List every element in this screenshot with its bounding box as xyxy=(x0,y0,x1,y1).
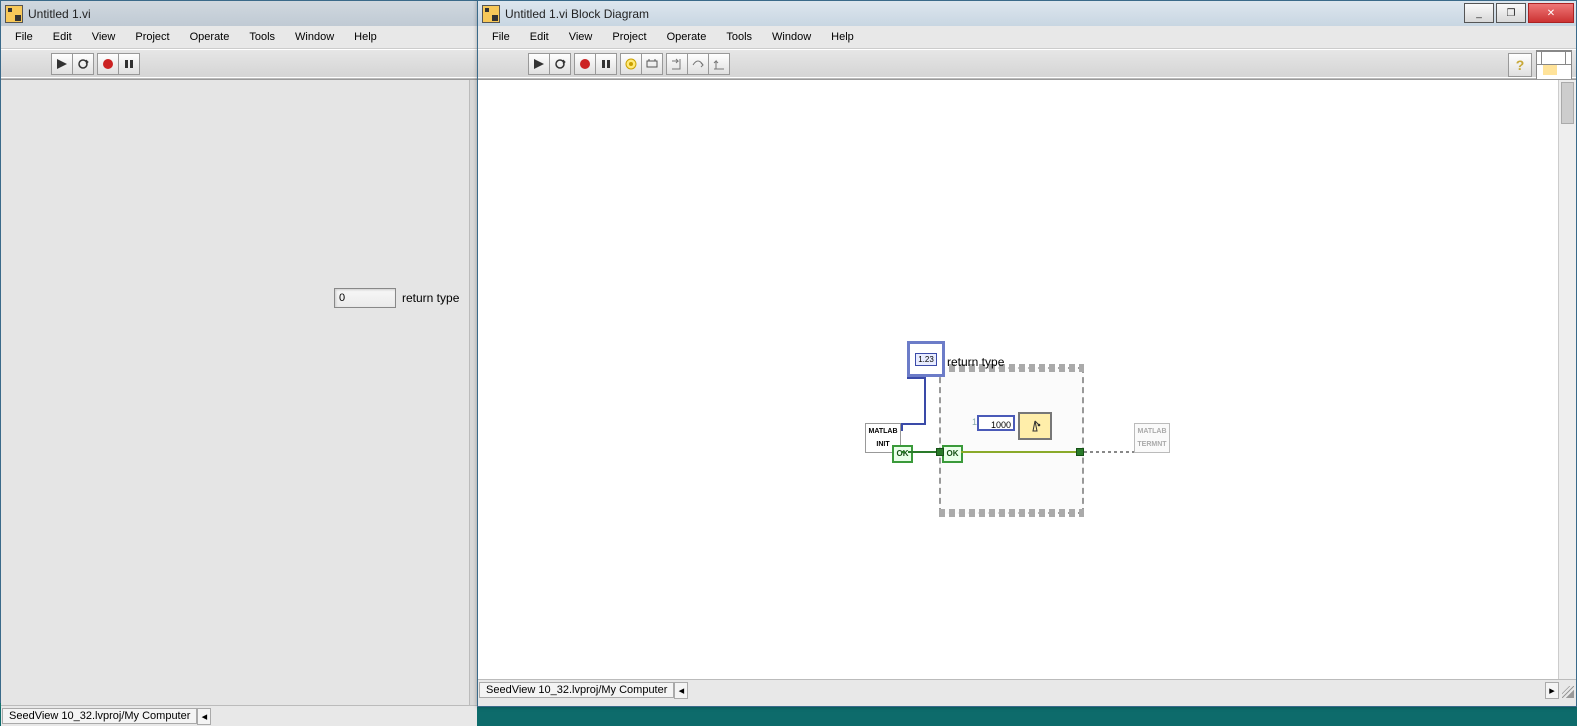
run-button[interactable] xyxy=(51,53,73,75)
ok-indicator-1[interactable]: OK xyxy=(892,445,913,463)
front-panel-window: Untitled 1.vi File Edit View Project Ope… xyxy=(0,0,478,703)
bd-menu-tools[interactable]: Tools xyxy=(716,28,762,46)
wire-blue-vert2[interactable] xyxy=(924,377,926,425)
menu-project[interactable]: Project xyxy=(125,28,179,46)
wait-ms-node[interactable] xyxy=(1018,412,1052,440)
return-type-indicator: 0 return type xyxy=(334,288,459,308)
bd-menu-view[interactable]: View xyxy=(559,28,603,46)
retain-wire-values-button[interactable] xyxy=(641,53,663,75)
bd-scrollbar-vertical[interactable] xyxy=(1558,80,1576,679)
ok-indicator-2[interactable]: OK xyxy=(942,445,963,463)
bd-menu-window[interactable]: Window xyxy=(762,28,821,46)
labview-vi-icon xyxy=(482,5,500,23)
matlab-term-line2: TERMNT xyxy=(1135,437,1169,450)
front-panel-title: Untitled 1.vi xyxy=(28,7,91,21)
resize-grip[interactable] xyxy=(1562,686,1574,698)
maximize-button[interactable]: ❐ xyxy=(1496,3,1526,23)
context-help-button[interactable]: ? xyxy=(1508,53,1532,77)
menu-window[interactable]: Window xyxy=(285,28,344,46)
vi-icon-connector-pane[interactable] xyxy=(1536,50,1572,80)
bd-run-button[interactable] xyxy=(528,53,550,75)
block-diagram-window: Untitled 1.vi Block Diagram _ ❐ ✕ File E… xyxy=(477,0,1577,707)
run-continuously-button[interactable] xyxy=(72,53,94,75)
front-panel-menubar: File Edit View Project Operate Tools Win… xyxy=(1,26,477,49)
menu-edit[interactable]: Edit xyxy=(43,28,82,46)
bd-status-right-arrow[interactable]: ▸ xyxy=(1545,682,1559,699)
block-diagram-toolbar: ? xyxy=(478,49,1576,79)
close-button[interactable]: ✕ xyxy=(1528,3,1574,23)
menu-tools[interactable]: Tools xyxy=(239,28,285,46)
labview-vi-icon xyxy=(5,5,23,23)
menu-view[interactable]: View xyxy=(82,28,126,46)
wire-blue-h1[interactable] xyxy=(901,423,926,425)
minimize-button[interactable]: _ xyxy=(1464,3,1494,23)
numeric-constant-1000[interactable]: 1000 xyxy=(977,415,1015,431)
menu-file[interactable]: File xyxy=(5,28,43,46)
loop-tunnel-left[interactable] xyxy=(936,448,944,456)
step-into-button[interactable] xyxy=(666,53,688,75)
block-diagram-menubar: File Edit View Project Operate Tools Win… xyxy=(478,26,1576,49)
matlab-term-line1: MATLAB xyxy=(1135,424,1169,437)
step-over-button[interactable] xyxy=(687,53,709,75)
block-diagram-canvas[interactable]: 1.23 return type MATLAB INIT MATLAB TERM… xyxy=(478,79,1576,679)
wire-error-4[interactable] xyxy=(1078,451,1134,453)
matlab-init-line1: MATLAB xyxy=(866,424,900,437)
metronome-icon xyxy=(1028,419,1042,433)
front-panel-canvas[interactable]: 0 return type xyxy=(1,79,477,705)
block-diagram-statusbar: SeedView 10_32.lvproj/My Computer ◂ ▸ xyxy=(478,679,1576,700)
highlight-execution-button[interactable] xyxy=(620,53,642,75)
return-type-terminal[interactable]: 1.23 xyxy=(907,341,945,377)
front-panel-scrollbar-vertical-stub[interactable] xyxy=(469,80,477,705)
while-loop[interactable] xyxy=(939,367,1084,514)
front-panel-toolbar xyxy=(1,49,477,79)
bd-status-project-path: SeedView 10_32.lvproj/My Computer xyxy=(479,682,674,698)
menu-help[interactable]: Help xyxy=(344,28,387,46)
bd-status-left-arrow[interactable]: ◂ xyxy=(674,682,688,699)
loop-tunnel-right[interactable] xyxy=(1076,448,1084,456)
block-diagram-title: Untitled 1.vi Block Diagram xyxy=(505,7,649,21)
window-controls: _ ❐ ✕ xyxy=(1462,3,1574,23)
wire-blue-h2[interactable] xyxy=(907,377,925,379)
bd-menu-project[interactable]: Project xyxy=(602,28,656,46)
bd-pause-button[interactable] xyxy=(595,53,617,75)
bd-run-continuously-button[interactable] xyxy=(549,53,571,75)
pause-button[interactable] xyxy=(118,53,140,75)
front-panel-statusbar: SeedView 10_32.lvproj/My Computer ◂ xyxy=(1,705,477,726)
abort-button[interactable] xyxy=(97,53,119,75)
menu-operate[interactable]: Operate xyxy=(180,28,240,46)
bd-menu-help[interactable]: Help xyxy=(821,28,864,46)
step-out-button[interactable] xyxy=(708,53,730,75)
front-panel-titlebar[interactable]: Untitled 1.vi xyxy=(1,1,477,26)
status-project-path: SeedView 10_32.lvproj/My Computer xyxy=(2,708,197,724)
block-diagram-titlebar[interactable]: Untitled 1.vi Block Diagram _ ❐ ✕ xyxy=(478,1,1576,26)
wire-error-3[interactable] xyxy=(961,451,1076,453)
bd-abort-button[interactable] xyxy=(574,53,596,75)
terminal-datatype-label: 1.23 xyxy=(915,353,937,366)
matlab-terminate-node[interactable]: MATLAB TERMNT xyxy=(1134,423,1170,453)
status-left-arrow[interactable]: ◂ xyxy=(197,708,211,725)
return-type-label: return type xyxy=(402,291,459,305)
bd-menu-operate[interactable]: Operate xyxy=(657,28,717,46)
bd-menu-file[interactable]: File xyxy=(482,28,520,46)
bd-menu-edit[interactable]: Edit xyxy=(520,28,559,46)
return-type-value[interactable]: 0 xyxy=(334,288,396,308)
return-type-terminal-label: return type xyxy=(947,355,1004,369)
